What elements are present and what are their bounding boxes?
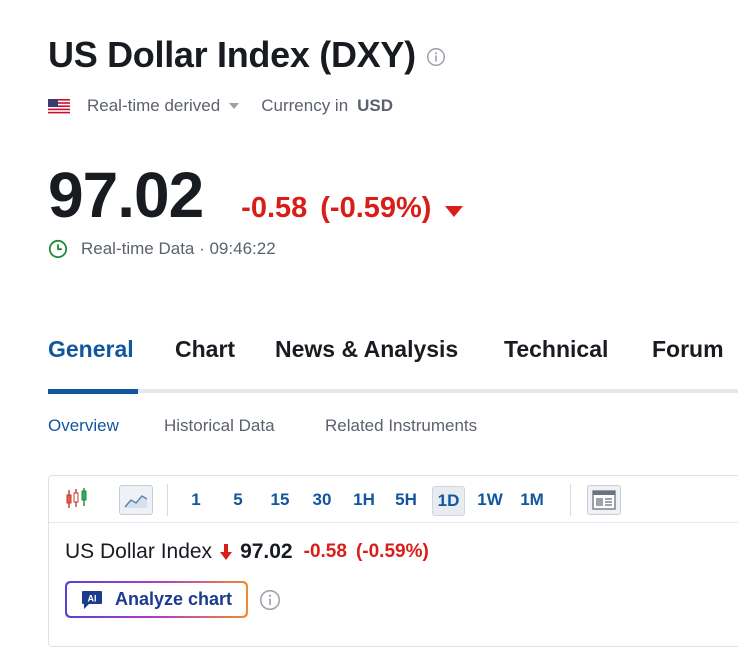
analyze-chart-inner: AI Analyze chart xyxy=(67,583,246,616)
chart-quote-row: US Dollar Index 97.02 -0.58 (-0.59%) xyxy=(65,540,429,564)
analyze-chart-label: Analyze chart xyxy=(115,589,233,609)
instrument-name: US Dollar Index xyxy=(65,540,213,563)
realtime-status: Real-time Data · 09:46:22 xyxy=(48,239,276,259)
page-title: US Dollar Index (DXY) xyxy=(48,34,416,75)
clock-icon xyxy=(48,239,68,259)
timeframe-5h[interactable]: 5H xyxy=(390,486,422,514)
main-tabs: General Chart News & Analysis Technical … xyxy=(48,336,738,394)
currency-label: Currency in xyxy=(261,96,349,115)
ai-badge-text: AI xyxy=(88,593,97,603)
chart-toolbar: 1 5 15 30 1H 5H 1D 1W 1M xyxy=(49,476,738,523)
timeframe-5[interactable]: 5 xyxy=(226,486,250,514)
price-change-percent: (-0.59%) xyxy=(320,192,432,224)
area-chart-icon[interactable] xyxy=(119,485,153,515)
price-block: 97.02 -0.58 (-0.59%) xyxy=(48,158,464,232)
ai-chat-icon: AI xyxy=(82,590,102,609)
tab-forum[interactable]: Forum xyxy=(652,336,724,363)
chart-change-percent: (-0.59%) xyxy=(355,541,429,562)
info-icon[interactable] xyxy=(259,589,281,611)
timeframe-1h[interactable]: 1H xyxy=(348,486,380,514)
area-chart-glyph xyxy=(124,495,148,508)
realtime-label: Real-time Data · 09:46:22 xyxy=(81,239,276,258)
arrow-down-icon xyxy=(220,544,233,560)
chart-price: 97.02 xyxy=(240,540,293,563)
subtab-overview[interactable]: Overview xyxy=(48,416,119,436)
chart-change: -0.58 xyxy=(303,541,347,562)
data-source-dropdown[interactable]: Real-time derived xyxy=(87,96,220,116)
toolbar-divider xyxy=(167,484,168,516)
chevron-down-icon[interactable] xyxy=(229,103,240,109)
timeframe-1d[interactable]: 1D xyxy=(432,486,465,516)
toolbar-divider xyxy=(570,484,571,516)
price-change: -0.58 xyxy=(241,192,308,224)
tab-news-analysis[interactable]: News & Analysis xyxy=(275,336,458,363)
us-flag-icon xyxy=(48,98,70,114)
instrument-meta: Real-time derived Currency in USD xyxy=(48,96,393,116)
chart-widget: 1 5 15 30 1H 5H 1D 1W 1M US Dollar Index… xyxy=(48,475,738,647)
tab-chart[interactable]: Chart xyxy=(175,336,235,363)
candlestick-glyph xyxy=(66,488,87,508)
layout-glyph xyxy=(592,490,616,510)
timeframe-15[interactable]: 15 xyxy=(265,486,295,514)
subtab-related-instruments[interactable]: Related Instruments xyxy=(325,416,477,436)
timeframe-1m[interactable]: 1M xyxy=(515,486,549,514)
chart-layout-icon[interactable] xyxy=(587,485,621,515)
triangle-down-icon xyxy=(445,206,464,217)
timeframe-1w[interactable]: 1W xyxy=(473,486,507,514)
tab-general[interactable]: General xyxy=(48,336,134,363)
last-price: 97.02 xyxy=(48,159,204,231)
currency-value: USD xyxy=(357,96,394,115)
subtab-historical-data[interactable]: Historical Data xyxy=(164,416,275,436)
tab-technical[interactable]: Technical xyxy=(504,336,608,363)
analyze-chart-button[interactable]: AI Analyze chart xyxy=(65,581,248,618)
candlestick-icon[interactable] xyxy=(62,485,94,513)
info-icon[interactable] xyxy=(426,47,446,67)
timeframe-1[interactable]: 1 xyxy=(184,486,208,514)
page-header: US Dollar Index (DXY) xyxy=(48,34,446,76)
timeframe-30[interactable]: 30 xyxy=(307,486,337,514)
